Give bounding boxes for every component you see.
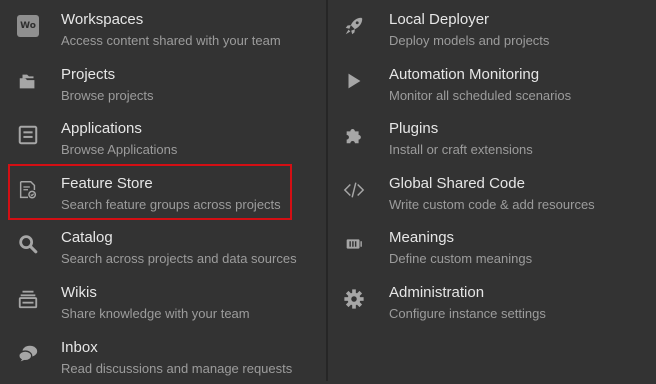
menu-item-title: Global Shared Code	[389, 175, 525, 192]
menu-item-title: Local Deployer	[389, 11, 490, 28]
rocket-icon	[342, 14, 366, 38]
menu-item-title: Catalog	[61, 229, 113, 246]
puzzle-icon	[342, 123, 366, 147]
menu-item-global-shared-code[interactable]: Global Shared Code Write custom code & a…	[328, 168, 656, 220]
left-menu-column: Wo Workspaces Access content shared with…	[0, 0, 326, 381]
menu-item-title: Automation Monitoring	[389, 66, 540, 83]
menu-item-projects[interactable]: Projects Browse projects	[0, 59, 326, 111]
menu-item-description: Deploy models and projects	[389, 33, 550, 48]
menu-item-title: Feature Store	[61, 175, 153, 192]
gear-icon	[342, 287, 366, 311]
wiki-icon	[16, 287, 40, 311]
menu-item-description: Browse Applications	[61, 142, 178, 157]
meanings-icon	[342, 232, 366, 256]
right-menu-column: Local Deployer Deploy models and project…	[328, 0, 656, 381]
menu-item-title: Wikis	[61, 284, 97, 301]
menu-item-catalog[interactable]: Catalog Search across projects and data …	[0, 222, 326, 274]
menu-item-description: Search feature groups across projects	[61, 197, 281, 212]
menu-item-title: Applications	[61, 120, 142, 137]
menu-item-meanings[interactable]: Meanings Define custom meanings	[328, 222, 656, 274]
menu-item-automation-monitoring[interactable]: Automation Monitoring Monitor all schedu…	[328, 59, 656, 111]
menu-item-workspaces[interactable]: Wo Workspaces Access content shared with…	[0, 4, 326, 56]
menu-item-plugins[interactable]: Plugins Install or craft extensions	[328, 113, 656, 165]
menu-item-applications[interactable]: Applications Browse Applications	[0, 113, 326, 165]
chat-icon	[16, 342, 40, 366]
workspaces-icon: Wo	[16, 14, 40, 38]
play-icon	[342, 69, 366, 93]
menu-item-title: Administration	[389, 284, 485, 301]
menu-item-wikis[interactable]: Wikis Share knowledge with your team	[0, 277, 326, 329]
menu-item-description: Share knowledge with your team	[61, 306, 250, 321]
search-icon	[16, 232, 40, 256]
menu-item-title: Workspaces	[61, 11, 144, 28]
menu-item-description: Search across projects and data sources	[61, 251, 297, 266]
folder-icon	[16, 69, 40, 93]
feature-store-icon	[16, 178, 40, 202]
applications-icon	[16, 123, 40, 147]
menu-item-description: Configure instance settings	[389, 306, 546, 321]
menu-item-inbox[interactable]: Inbox Read discussions and manage reques…	[0, 332, 326, 384]
menu-item-description: Access content shared with your team	[61, 33, 281, 48]
menu-item-description: Monitor all scheduled scenarios	[389, 88, 572, 103]
menu-item-title: Plugins	[389, 120, 439, 137]
menu-item-title: Meanings	[389, 229, 455, 246]
menu-item-description: Browse projects	[61, 88, 154, 103]
code-icon	[342, 178, 366, 202]
menu-item-description: Read discussions and manage requests	[61, 361, 293, 376]
menu-item-title: Projects	[61, 66, 116, 83]
menu-item-description: Install or craft extensions	[389, 142, 533, 157]
menu-item-local-deployer[interactable]: Local Deployer Deploy models and project…	[328, 4, 656, 56]
workspaces-badge: Wo	[17, 15, 39, 37]
menu-item-description: Write custom code & add resources	[389, 197, 595, 212]
menu-item-administration[interactable]: Administration Configure instance settin…	[328, 277, 656, 329]
menu-item-feature-store[interactable]: Feature Store Search feature groups acro…	[0, 168, 326, 220]
menu-item-description: Define custom meanings	[389, 251, 533, 266]
menu-item-title: Inbox	[61, 339, 98, 356]
